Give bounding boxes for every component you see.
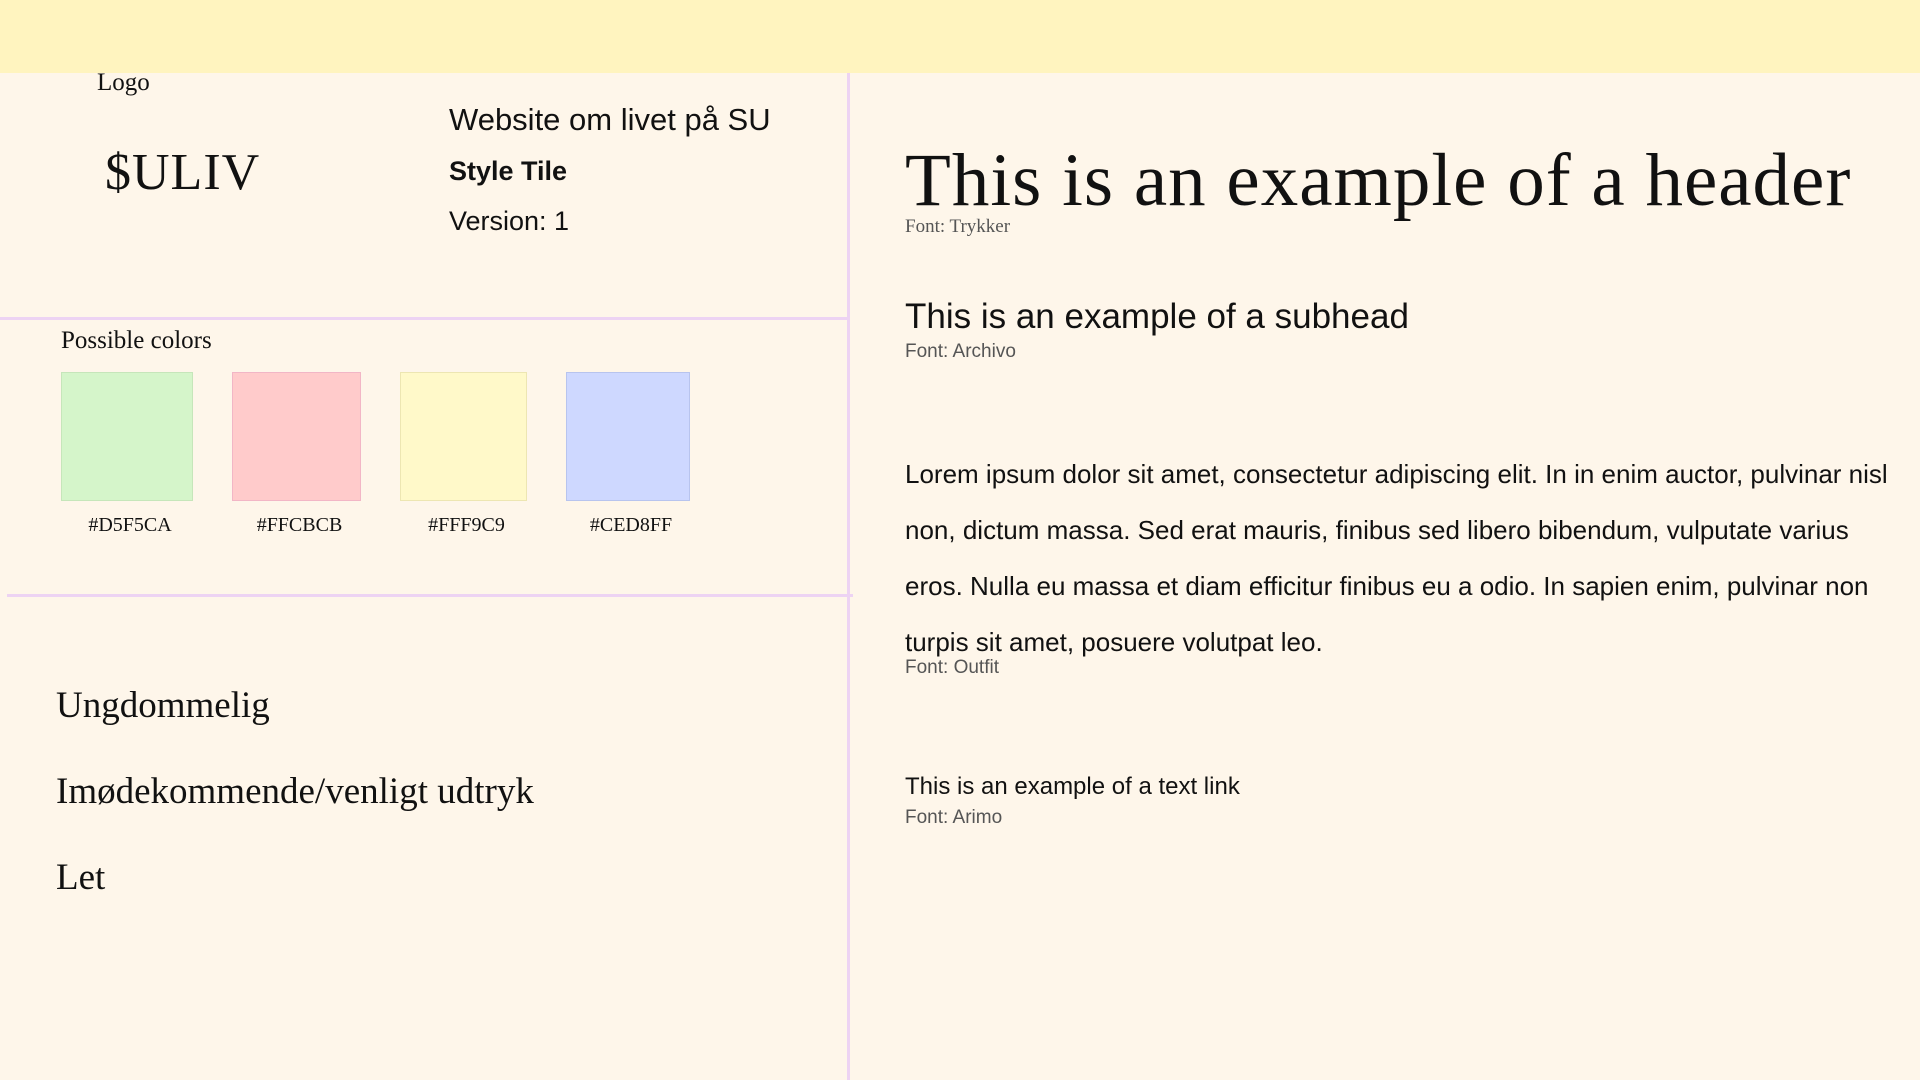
swatch-label: #FFCBCB [256,514,343,536]
vertical-divider [847,73,850,1080]
swatch-label: #CED8FF [589,514,673,536]
color-swatch-green [61,372,193,501]
version-label: Version: 1 [449,206,570,236]
header-example: This is an example of a header [905,139,1852,222]
horizontal-divider-bottom [7,594,853,597]
font-note: Font: Archivo [905,341,1016,362]
top-banner [0,0,1920,73]
swatch-label: #D5F5CA [88,514,172,536]
subhead-example: This is an example of a subhead [905,297,1409,336]
font-note: Font: Trykker [905,216,1011,237]
keyword: Imødekommende/venligt udtryk [56,771,534,812]
color-swatch-pink [232,372,361,501]
keyword: Let [56,857,106,898]
keyword: Ungdommelig [56,685,270,726]
horizontal-divider-top [0,317,847,320]
body-text-example: Lorem ipsum dolor sit amet, consectetur … [905,459,1888,657]
swatch-label: #FFF9C9 [428,514,505,536]
color-swatch-yellow [400,372,527,501]
logo: $ULIV [105,144,261,201]
colors-title: Possible colors [61,327,212,354]
document-type: Style Tile [449,156,568,186]
font-note: Font: Outfit [905,657,999,678]
logo-label: Logo [97,69,150,96]
font-note: Font: Arimo [905,807,1003,828]
site-title: Website om livet på SU [449,102,771,137]
color-swatch-blue [566,372,690,501]
text-link-example[interactable]: This is an example of a text link [905,773,1240,801]
